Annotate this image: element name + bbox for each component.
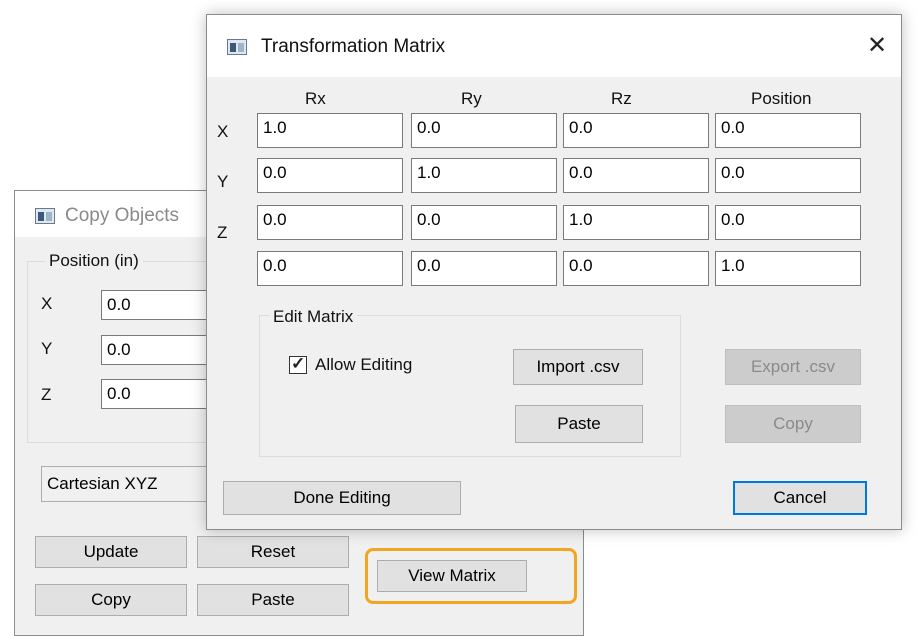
matrix-cell[interactable]: 0.0 [411,251,557,286]
row-label-x: X [217,122,229,141]
copy-button[interactable]: Copy [725,405,861,443]
matrix-title: Transformation Matrix [261,36,446,57]
column-header-position: Position [751,89,812,108]
matrix-cell[interactable]: 0.0 [411,205,557,240]
matrix-cell[interactable]: 0.0 [257,251,403,286]
allow-editing-checkbox[interactable]: ✓ [289,354,307,374]
matrix-cell[interactable]: 0.0 [715,158,861,193]
paste-button[interactable]: Paste [197,584,349,616]
update-button[interactable]: Update [35,536,187,568]
column-header-rx: Rx [305,89,326,108]
matrix-cell[interactable]: 0.0 [563,158,709,193]
cancel-button[interactable]: Cancel [733,481,867,515]
matrix-cell[interactable]: 0.0 [563,251,709,286]
copy-objects-title: Copy Objects [65,205,180,226]
matrix-cell[interactable]: 1.0 [715,251,861,286]
edit-matrix-group-title: Edit Matrix [269,307,358,327]
transformation-matrix-dialog: Transformation Matrix ✕ Rx Ry Rz Positio… [206,14,902,530]
y-label: Y [41,339,53,358]
matrix-cell[interactable]: 0.0 [563,113,709,148]
matrix-titlebar: Transformation Matrix ✕ [207,15,901,77]
close-icon[interactable]: ✕ [867,31,887,60]
allow-editing-label[interactable]: Allow Editing [315,355,412,375]
x-label: X [41,294,53,313]
matrix-cell[interactable]: 1.0 [257,113,403,148]
matrix-cell[interactable]: 0.0 [257,205,403,240]
row-label-z: Z [217,223,228,242]
checkmark-icon: ✓ [291,354,306,373]
matrix-cell[interactable]: 0.0 [257,158,403,193]
column-header-ry: Ry [461,89,482,108]
row-label-y: Y [217,172,229,191]
view-matrix-button[interactable]: View Matrix [377,560,527,592]
app-icon [227,39,247,55]
export-csv-button[interactable]: Export .csv [725,349,861,385]
column-header-rz: Rz [611,89,632,108]
paste-button[interactable]: Paste [515,405,643,443]
copy-button[interactable]: Copy [35,584,187,616]
matrix-cell[interactable]: 0.0 [715,113,861,148]
reset-button[interactable]: Reset [197,536,349,568]
matrix-cell[interactable]: 1.0 [411,158,557,193]
coordinate-system-select[interactable]: Cartesian XYZ [41,466,231,502]
z-label: Z [41,385,52,404]
matrix-cell[interactable]: 0.0 [411,113,557,148]
done-editing-button[interactable]: Done Editing [223,481,461,515]
matrix-cell[interactable]: 1.0 [563,205,709,240]
position-group-title: Position (in) [45,251,143,271]
matrix-cell[interactable]: 0.0 [715,205,861,240]
app-icon [35,208,55,224]
import-csv-button[interactable]: Import .csv [513,349,643,385]
